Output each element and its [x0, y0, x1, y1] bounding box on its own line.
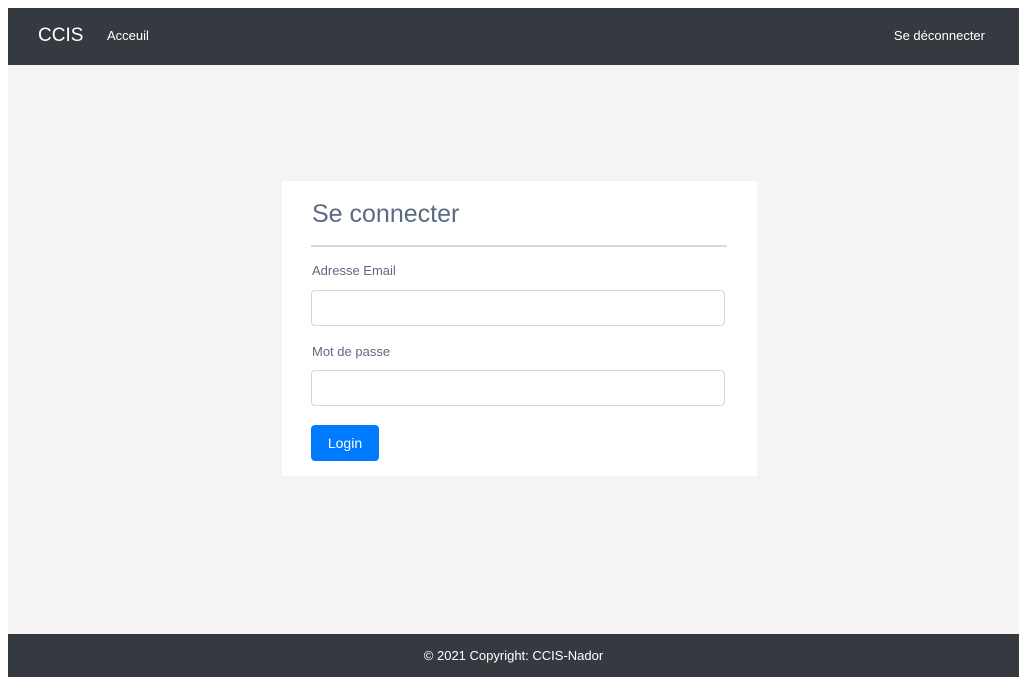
email-input[interactable]	[311, 290, 725, 326]
page-frame: CCIS Acceuil Se déconnecter Se connecter…	[8, 8, 1019, 677]
password-label: Mot de passe	[312, 344, 391, 359]
password-input[interactable]	[311, 370, 725, 406]
brand-link[interactable]: CCIS	[38, 25, 83, 47]
title-divider	[311, 245, 727, 247]
copyright-text: © 2021 Copyright: CCIS-Nador	[423, 648, 604, 663]
nav-link-home[interactable]: Acceuil	[107, 28, 149, 44]
top-navbar: CCIS Acceuil Se déconnecter	[8, 8, 1019, 65]
login-button[interactable]: Login	[311, 425, 379, 461]
login-card: Se connecter Adresse Email Mot de passe …	[282, 181, 757, 476]
login-title: Se connecter	[312, 200, 460, 228]
email-label: Adresse Email	[312, 263, 396, 278]
page-footer: © 2021 Copyright: CCIS-Nador	[8, 634, 1019, 677]
nav-link-logout[interactable]: Se déconnecter	[894, 28, 985, 44]
